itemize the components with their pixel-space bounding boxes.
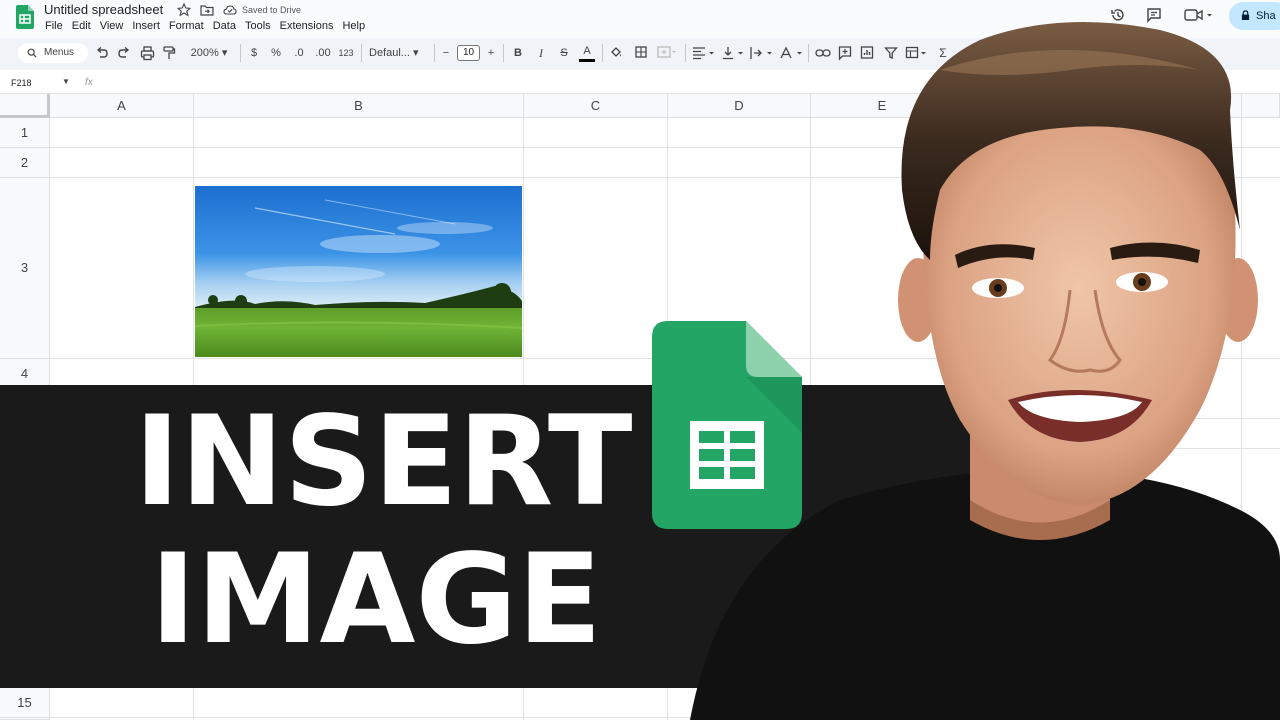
name-box-dropdown-icon[interactable]: ▼ <box>62 77 70 86</box>
zoom-select[interactable]: 200% ▾ <box>186 45 232 61</box>
sheets-logo-icon[interactable] <box>16 5 34 29</box>
headline-line-2: IMAGE <box>150 528 602 672</box>
toolbar-divider <box>361 44 362 62</box>
document-title[interactable]: Untitled spreadsheet <box>44 2 163 17</box>
percent-button[interactable]: % <box>270 45 282 61</box>
toolbar-divider <box>503 44 504 62</box>
menu-view[interactable]: View <box>100 20 124 32</box>
row-header-1[interactable]: 1 <box>0 118 50 148</box>
screen: Untitled spreadsheet Saved to Drive File… <box>0 0 1280 720</box>
toolbar-divider <box>602 44 603 62</box>
star-icon[interactable] <box>177 3 191 17</box>
font-name: Defaul... <box>369 47 410 59</box>
bold-button[interactable]: B <box>512 45 524 61</box>
strikethrough-button[interactable]: S <box>558 45 570 61</box>
font-select[interactable]: Defaul... ▾ <box>369 45 427 61</box>
row-header-15[interactable]: 15 <box>0 688 50 718</box>
name-box[interactable]: F218 <box>11 78 32 88</box>
font-size-input[interactable]: 10 <box>457 45 480 61</box>
toolbar-divider <box>240 44 241 62</box>
row-header-2[interactable]: 2 <box>0 148 50 178</box>
italic-button[interactable]: I <box>535 45 547 61</box>
menu-bar: File Edit View Insert Format Data Tools … <box>45 20 365 32</box>
column-header-b[interactable]: B <box>194 94 524 118</box>
presenter-photo <box>690 22 1280 720</box>
column-header-a[interactable]: A <box>50 94 194 118</box>
toolbar-divider <box>434 44 435 62</box>
number-format-button[interactable]: 123 <box>337 45 355 61</box>
search-icon <box>27 48 37 58</box>
undo-icon[interactable] <box>95 45 109 61</box>
headline-line-1: INSERT <box>134 390 633 534</box>
menu-extensions[interactable]: Extensions <box>280 20 334 32</box>
move-folder-icon[interactable] <box>200 3 214 17</box>
select-all-corner[interactable] <box>0 94 50 118</box>
menu-insert[interactable]: Insert <box>132 20 160 32</box>
text-color-button[interactable]: A <box>579 45 595 62</box>
increase-decimal-button[interactable]: .00 <box>314 45 332 61</box>
menu-tools[interactable]: Tools <box>245 20 271 32</box>
menu-help[interactable]: Help <box>342 20 365 32</box>
paint-format-icon[interactable] <box>162 45 176 61</box>
fill-color-icon[interactable] <box>609 45 623 61</box>
zoom-value: 200% <box>190 47 219 59</box>
redo-icon[interactable] <box>117 45 131 61</box>
menu-search[interactable]: Menus <box>18 43 88 63</box>
menu-edit[interactable]: Edit <box>72 20 91 32</box>
font-size-increase-button[interactable]: + <box>486 45 496 61</box>
row-header-3[interactable]: 3 <box>0 178 50 359</box>
landscape-image[interactable] <box>195 186 522 357</box>
menu-format[interactable]: Format <box>169 20 204 32</box>
font-size-decrease-button[interactable]: − <box>441 45 451 61</box>
saved-status: Saved to Drive <box>242 5 302 15</box>
menu-data[interactable]: Data <box>213 20 236 32</box>
cloud-saved-icon[interactable] <box>223 3 237 17</box>
fx-label: fx <box>85 77 93 88</box>
menu-file[interactable]: File <box>45 20 63 32</box>
decrease-decimal-button[interactable]: .0 <box>291 45 307 61</box>
print-icon[interactable] <box>140 45 155 61</box>
menu-search-label: Menus <box>44 47 75 58</box>
currency-button[interactable]: $ <box>248 45 260 61</box>
